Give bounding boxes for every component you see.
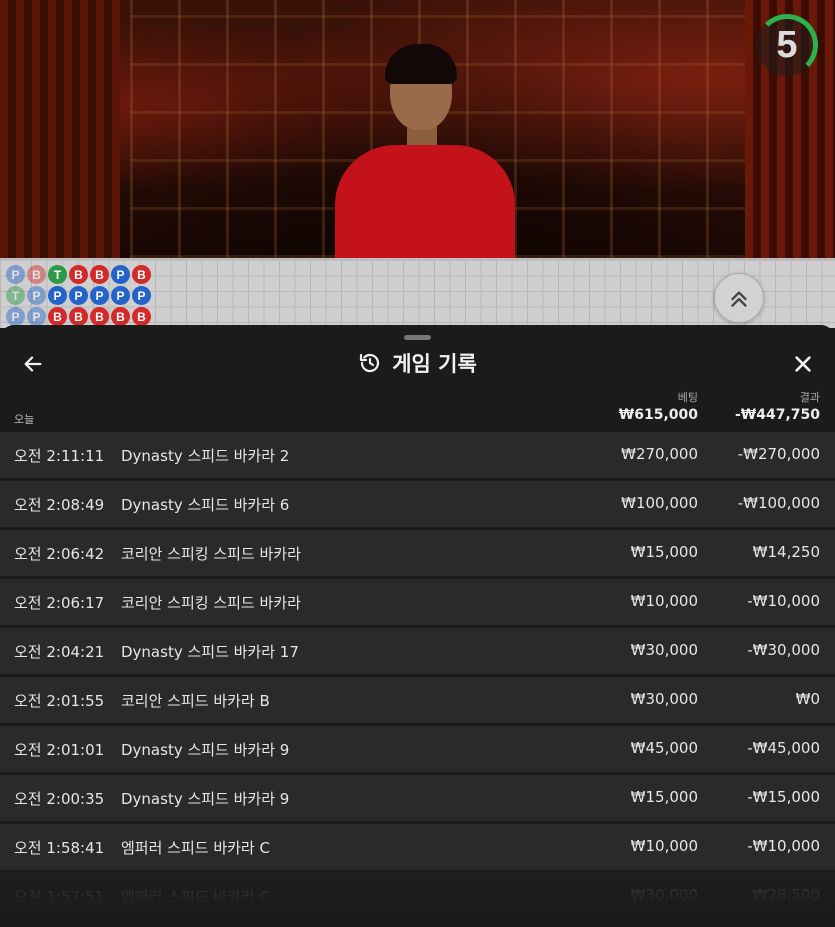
- row-result-amount: -₩100,000: [737, 494, 820, 512]
- row-bet-amount: ₩270,000: [621, 445, 698, 463]
- row-result-amount: ₩0: [795, 690, 820, 708]
- table-row[interactable]: 오전 2:01:01 Dynasty 스피드 바카라 9 ₩45,000 -₩45,0…: [0, 726, 835, 772]
- bead-p: P: [111, 286, 130, 305]
- row-time: 오전 2:11:11: [14, 447, 105, 465]
- row-time: 오전 2:00:35: [14, 790, 105, 808]
- row-result-amount: ₩28,500: [752, 886, 820, 904]
- row-bet-amount: ₩15,000: [630, 543, 698, 561]
- total-bet: ₩615,000: [618, 407, 698, 423]
- row-game-name: 코리안 스피드 바카라 B: [121, 692, 270, 710]
- bead-p: P: [90, 286, 109, 305]
- history-icon: [360, 353, 380, 373]
- bead-t: T: [6, 286, 25, 305]
- bead-b: B: [132, 307, 151, 326]
- bead-b: B: [27, 265, 46, 284]
- history-list: 오전 2:11:11 Dynasty 스피드 바카라 2 ₩270,000 -₩270…: [0, 432, 835, 922]
- curtain-left: [0, 0, 120, 258]
- bead-b: B: [69, 265, 88, 284]
- arrow-left-icon: [24, 356, 42, 372]
- bead-b: B: [111, 307, 130, 326]
- row-result-amount: -₩10,000: [747, 837, 820, 855]
- bead-b: B: [132, 265, 151, 284]
- summary-header: 오늘 베팅 결과 ₩615,000 -₩447,750: [0, 387, 835, 431]
- table-row[interactable]: 오전 2:11:11 Dynasty 스피드 바카라 2 ₩270,000 -₩270…: [0, 432, 835, 478]
- timer-value: 5: [776, 23, 798, 66]
- bead-p: P: [111, 265, 130, 284]
- bead-p: P: [69, 286, 88, 305]
- bead-p: P: [132, 286, 151, 305]
- live-video: 5: [0, 0, 835, 258]
- row-result-amount: -₩45,000: [747, 739, 820, 757]
- bead-b: B: [90, 307, 109, 326]
- row-time: 오전 2:06:17: [14, 594, 105, 612]
- row-game-name: 엠퍼러 스피드 바카라 C: [121, 888, 270, 906]
- row-time: 오전 2:04:21: [14, 643, 105, 661]
- bead-p: P: [27, 307, 46, 326]
- table-row[interactable]: 오전 2:04:21 Dynasty 스피드 바카라 17 ₩30,000 -₩30,…: [0, 628, 835, 674]
- row-bet-amount: ₩45,000: [630, 739, 698, 757]
- row-result-amount: -₩10,000: [747, 592, 820, 610]
- expand-button[interactable]: [714, 273, 764, 323]
- row-game-name: Dynasty 스피드 바카라 6: [121, 496, 290, 514]
- row-time: 오전 1:57:51: [14, 888, 105, 906]
- chevron-double-up-icon: [731, 291, 747, 307]
- row-time: 오전 2:06:42: [14, 545, 105, 563]
- panel-header: 게임 기록: [0, 343, 835, 383]
- game-history-panel: 게임 기록 오늘 베팅 결과 ₩615,000 -₩447,750 오전 2:1…: [0, 325, 835, 927]
- row-time: 오전 2:01:55: [14, 692, 105, 710]
- table-row[interactable]: 오전 2:08:49 Dynasty 스피드 바카라 6 ₩100,000 -₩100…: [0, 481, 835, 527]
- row-bet-amount: ₩30,000: [630, 690, 698, 708]
- row-game-name: 코리안 스피킹 스피드 바카라: [121, 594, 301, 612]
- row-bet-amount: ₩30,000: [630, 641, 698, 659]
- bead-road: PTPBPPTPBBPBBPBPPBBPB: [6, 265, 153, 328]
- row-game-name: 코리안 스피킹 스피드 바카라: [121, 545, 301, 563]
- roadmap: PTPBPPTPBBPBBPBPPBBPB: [0, 258, 835, 328]
- close-button[interactable]: [788, 349, 818, 379]
- row-game-name: 엠퍼러 스피드 바카라 C: [121, 839, 270, 857]
- page-title: 게임 기록: [392, 352, 477, 376]
- bead-b: B: [48, 307, 67, 326]
- bet-column-label: 베팅: [677, 391, 698, 404]
- bead-b: B: [69, 307, 88, 326]
- countdown-timer: 5: [756, 14, 818, 76]
- row-bet-amount: ₩30,000: [630, 886, 698, 904]
- row-bet-amount: ₩10,000: [630, 837, 698, 855]
- table-row[interactable]: 오전 2:00:35 Dynasty 스피드 바카라 9 ₩15,000 -₩15,0…: [0, 775, 835, 821]
- result-column-label: 결과: [799, 391, 820, 404]
- row-time: 오전 2:01:01: [14, 741, 105, 759]
- row-result-amount: -₩270,000: [737, 445, 820, 463]
- row-bet-amount: ₩100,000: [621, 494, 698, 512]
- table-row[interactable]: 오전 1:58:41 엠퍼러 스피드 바카라 C ₩10,000 -₩10,000: [0, 824, 835, 870]
- bead-p: P: [48, 286, 67, 305]
- row-result-amount: -₩15,000: [747, 788, 820, 806]
- table-row[interactable]: 오전 2:01:55 코리안 스피드 바카라 B ₩30,000 ₩0: [0, 677, 835, 723]
- row-result-amount: -₩30,000: [747, 641, 820, 659]
- close-icon: [795, 356, 811, 372]
- total-result: -₩447,750: [734, 407, 820, 423]
- row-game-name: Dynasty 스피드 바카라 9: [121, 790, 290, 808]
- table-row[interactable]: 오전 2:06:17 코리안 스피킹 스피드 바카라 ₩10,000 -₩10,000: [0, 579, 835, 625]
- drag-handle[interactable]: [404, 335, 431, 340]
- row-time: 오전 2:08:49: [14, 496, 105, 514]
- bead-t: T: [48, 265, 67, 284]
- bead-b: B: [90, 265, 109, 284]
- bead-p: P: [6, 307, 25, 326]
- table-row[interactable]: 오전 2:06:42 코리안 스피킹 스피드 바카라 ₩15,000 ₩14,250: [0, 530, 835, 576]
- row-result-amount: ₩14,250: [752, 543, 820, 561]
- row-game-name: Dynasty 스피드 바카라 9: [121, 741, 290, 759]
- row-bet-amount: ₩10,000: [630, 592, 698, 610]
- bead-p: P: [6, 265, 25, 284]
- date-group-label: 오늘: [14, 413, 35, 426]
- back-button[interactable]: [18, 349, 48, 379]
- row-game-name: Dynasty 스피드 바카라 2: [121, 447, 290, 465]
- bead-p: P: [27, 286, 46, 305]
- dealer: [335, 40, 515, 258]
- table-row[interactable]: 오전 1:57:51 엠퍼러 스피드 바카라 C ₩30,000 ₩28,500: [0, 873, 835, 919]
- row-bet-amount: ₩15,000: [630, 788, 698, 806]
- row-game-name: Dynasty 스피드 바카라 17: [121, 643, 299, 661]
- row-time: 오전 1:58:41: [14, 839, 105, 857]
